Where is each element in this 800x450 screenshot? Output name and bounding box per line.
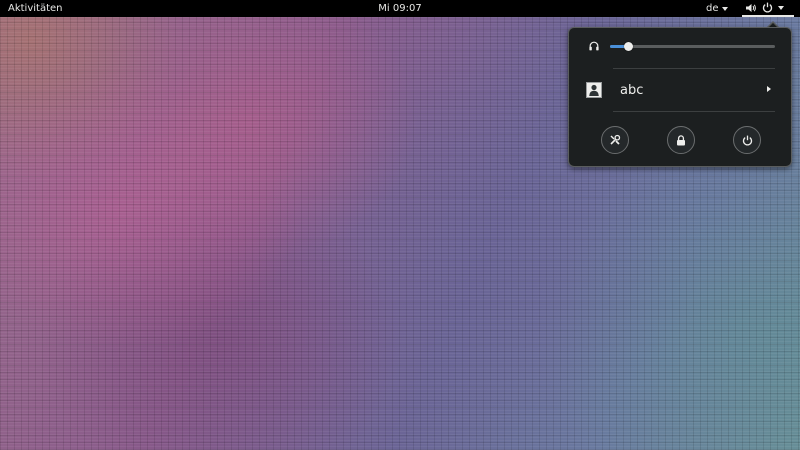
power-icon xyxy=(762,2,773,13)
power-off-button[interactable] xyxy=(733,126,761,154)
volume-slider[interactable] xyxy=(610,42,775,51)
power-icon xyxy=(742,135,752,145)
settings-button[interactable] xyxy=(601,126,629,154)
chevron-right-icon xyxy=(767,86,771,92)
separator xyxy=(613,111,775,112)
settings-icon xyxy=(610,134,621,145)
chevron-down-icon xyxy=(778,5,784,10)
system-menu-popup: abc xyxy=(568,27,792,167)
clock-button[interactable]: Mi 09:07 xyxy=(378,0,421,17)
user-avatar-icon xyxy=(586,82,602,98)
volume-slider-handle[interactable] xyxy=(624,42,634,51)
system-menu-button[interactable] xyxy=(742,0,794,17)
lock-button[interactable] xyxy=(667,126,695,154)
speaker-volume-icon xyxy=(746,3,756,12)
separator xyxy=(613,68,775,69)
lock-icon xyxy=(677,134,685,145)
top-bar: Aktivitäten Mi 09:07 de xyxy=(0,0,800,17)
user-menu-item[interactable]: abc xyxy=(569,78,793,104)
keyboard-layout-label: de xyxy=(706,3,719,14)
keyboard-layout-button[interactable]: de xyxy=(706,0,728,17)
headphones-icon xyxy=(589,41,599,51)
user-name: abc xyxy=(620,83,644,98)
volume-row xyxy=(569,38,793,56)
chevron-down-icon xyxy=(721,6,728,11)
